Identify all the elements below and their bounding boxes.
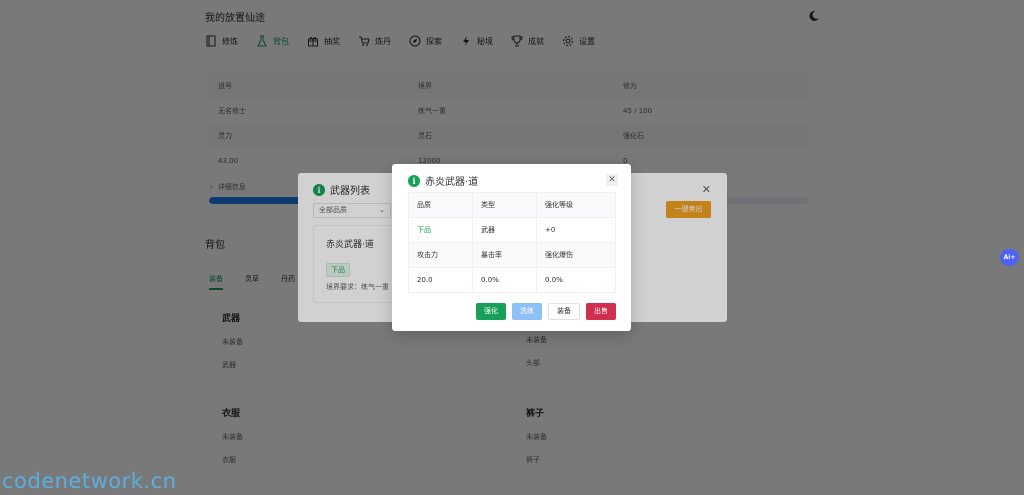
sell-button[interactable]: 出售 <box>586 303 616 320</box>
table-cell: 品质 <box>407 192 474 218</box>
dialog-title: i 赤炎武器·道 <box>408 173 478 188</box>
table-cell: 武器 <box>472 217 538 243</box>
ai-assistant-badge[interactable]: Ai+ <box>1000 249 1019 266</box>
dialog-title-text: 赤炎武器·道 <box>425 177 479 188</box>
table-cell: 强化等级 <box>536 192 616 218</box>
table-cell: +0 <box>536 217 616 243</box>
close-icon[interactable]: ✕ <box>606 174 618 186</box>
table-row: 品质 类型 强化等级 <box>407 192 616 218</box>
table-row: 攻击力 暴击率 强化爆伤 <box>407 242 616 268</box>
enhance-button[interactable]: 强化 <box>476 303 506 320</box>
table-cell: 下品 <box>407 217 474 243</box>
weapon-detail-dialog: i 赤炎武器·道 ✕ 品质 类型 强化等级 下品 武器 +0 攻击力 暴击率 强… <box>392 164 631 331</box>
dialog-actions: 强化 洗练 装备 出售 <box>476 303 616 320</box>
weapon-attributes-table: 品质 类型 强化等级 下品 武器 +0 攻击力 暴击率 强化爆伤 20.0 0.… <box>407 192 616 293</box>
equip-button[interactable]: 装备 <box>548 303 580 320</box>
table-cell: 类型 <box>472 192 538 218</box>
table-cell: 攻击力 <box>407 242 474 268</box>
info-icon: i <box>408 174 420 187</box>
table-cell: 暴击率 <box>472 242 538 268</box>
table-row: 20.0 0.0% 0.0% <box>407 267 616 293</box>
table-row: 下品 武器 +0 <box>407 217 616 243</box>
table-cell: 强化爆伤 <box>536 242 616 268</box>
table-cell: 0.0% <box>472 267 538 293</box>
refine-button[interactable]: 洗练 <box>512 303 542 320</box>
table-cell: 20.0 <box>407 267 474 293</box>
table-cell: 0.0% <box>536 267 616 293</box>
watermark: codenetwork.cn <box>2 469 177 493</box>
